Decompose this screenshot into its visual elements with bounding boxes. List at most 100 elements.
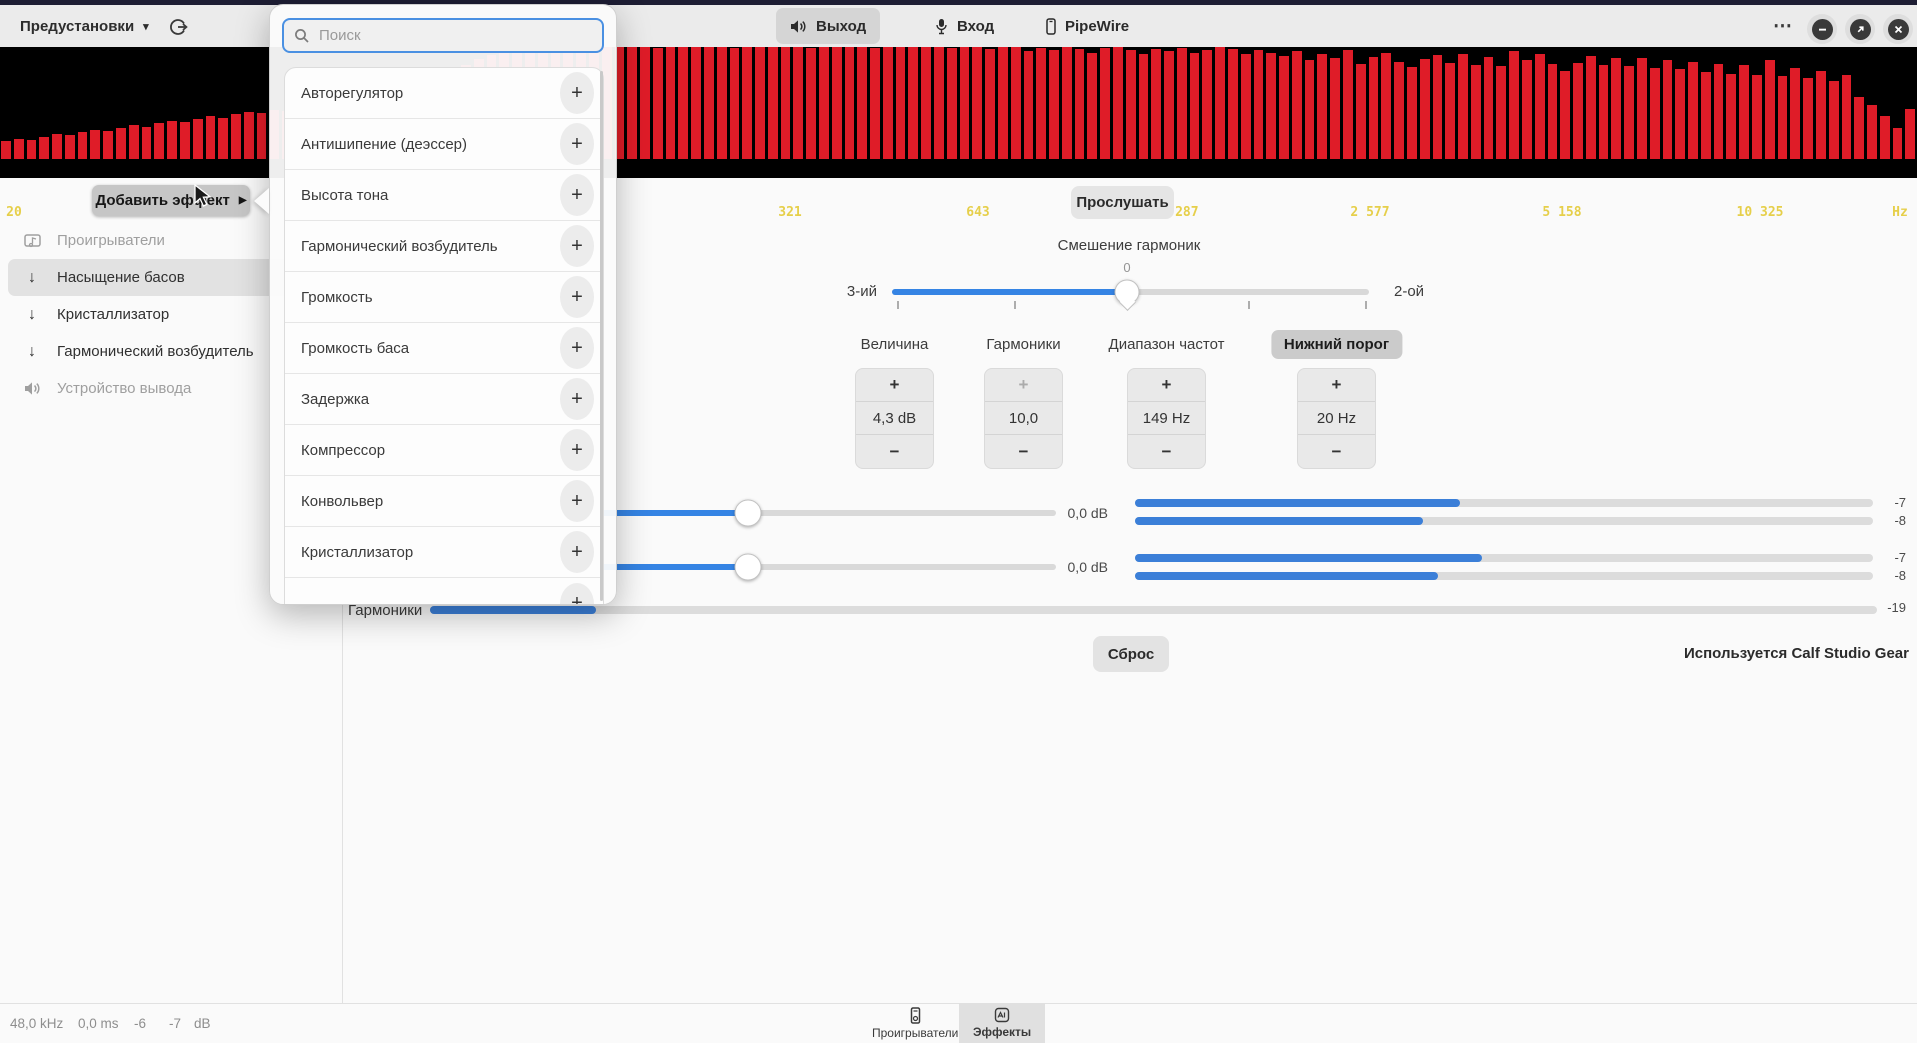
spectrum-bar (627, 47, 638, 159)
spectrum-bar (1573, 62, 1583, 159)
spin-plus-button[interactable]: + (1128, 369, 1205, 402)
param-toggle-button[interactable]: Нижний порог (1270, 330, 1403, 359)
effect-row: Авторегулятор + (285, 68, 603, 119)
spectrum-bar (1406, 67, 1417, 159)
spectrum-bar (1112, 47, 1123, 159)
spectrum-bar (1228, 49, 1238, 159)
tab-pipewire[interactable]: PipeWire (1032, 8, 1143, 44)
spin-value[interactable]: 20 Hz (1298, 402, 1375, 435)
spectrum-bar (780, 47, 791, 159)
spin-plus-button[interactable]: + (1298, 369, 1375, 402)
spectrum-bar (793, 47, 804, 159)
slider-tick (1365, 301, 1367, 309)
spin-plus-button[interactable]: + (985, 369, 1062, 402)
add-plugin-button[interactable]: + (560, 72, 594, 114)
spectrum-bar (1560, 70, 1571, 159)
spectrum-bar (1432, 54, 1443, 159)
effect-name: Громкость баса (301, 339, 410, 357)
spectrum-bar (103, 131, 114, 159)
level-meter-value: -8 (1894, 513, 1906, 528)
effect-row: Громкость + (285, 272, 603, 323)
spectrum-bar (243, 111, 254, 159)
sidebar-item-label: Кристаллизатор (57, 306, 170, 323)
menu-icon[interactable]: ⋯ (1768, 11, 1798, 41)
plugin-credit: Используется Calf Studio Gear (1683, 645, 1909, 662)
reset-button[interactable]: Сброс (1093, 636, 1169, 672)
spectrum-bar (1828, 80, 1839, 159)
spectrum-bar (1726, 73, 1737, 159)
add-plugin-button[interactable]: + (560, 378, 594, 420)
speaker-icon (790, 19, 807, 34)
spectrum-bar (167, 120, 177, 159)
bottom-tab-label: Эффекты (973, 1025, 1032, 1039)
spectrum-bar (179, 122, 190, 159)
spectrum-bar (1713, 63, 1724, 159)
spectrum-bar (1368, 57, 1379, 159)
effect-row: Громкость баса + (285, 323, 603, 374)
spin-minus-button[interactable]: − (1128, 435, 1205, 468)
spin-minus-button[interactable]: − (1298, 435, 1375, 468)
slider-tick (897, 301, 899, 309)
gain-slider-handle[interactable] (734, 499, 762, 527)
presets-menu-button[interactable]: Предустановки ▾ (14, 11, 155, 41)
close-button[interactable] (1883, 14, 1913, 44)
status-item: -7 (169, 1016, 182, 1031)
harmonics-mix-handle[interactable] (1114, 279, 1140, 305)
maximize-button[interactable] (1845, 14, 1875, 44)
minimize-button[interactable] (1807, 14, 1837, 44)
spectrum-bar (77, 132, 88, 159)
spectrum-bar (1010, 47, 1021, 159)
spectrum-bar (1905, 108, 1916, 159)
tab-label: PipeWire (1065, 17, 1130, 35)
gain-slider-handle[interactable] (734, 553, 762, 581)
harmonics-mix-value: 0 (1123, 260, 1131, 275)
search-input[interactable]: Поиск (282, 18, 604, 53)
spectrum-bar (767, 47, 778, 159)
spectrum-bar (1164, 51, 1174, 159)
add-plugin-button[interactable]: + (560, 174, 594, 216)
spectrum-bar (1036, 48, 1047, 159)
add-plugin-button[interactable]: + (560, 531, 594, 573)
spectrum-bar (90, 129, 101, 159)
add-plugin-button[interactable]: + (560, 480, 594, 522)
listen-button[interactable]: Прослушать (1071, 186, 1174, 219)
spin-value[interactable]: 10,0 (985, 402, 1062, 435)
bottom-tab-effects[interactable]: Эффекты (959, 1003, 1046, 1043)
tab-выход[interactable]: Выход (776, 8, 881, 44)
add-plugin-button[interactable]: + (560, 225, 594, 267)
spectrum-bar (1777, 76, 1788, 159)
spectrum-bar (716, 47, 727, 159)
level-meter-fill (1135, 572, 1438, 580)
tab-вход[interactable]: Вход (921, 8, 1008, 44)
spin-minus-button[interactable]: − (856, 435, 933, 468)
add-plugin-button[interactable]: + (560, 123, 594, 165)
add-effect-button[interactable]: Добавить эффект ▶ (92, 185, 250, 216)
spin-plus-button[interactable]: + (856, 369, 933, 402)
bottom-tab-players[interactable]: Проигрыватели (858, 1003, 972, 1043)
add-plugin-button[interactable]: + (560, 327, 594, 369)
level-meter-fill (1135, 499, 1460, 507)
level-meter (1135, 572, 1873, 580)
arrow-down-icon: ↓ (28, 342, 36, 360)
search-icon (294, 28, 310, 44)
spectrum-bar (1496, 66, 1507, 159)
spin-value[interactable]: 149 Hz (1128, 402, 1205, 435)
chevron-down-icon: ▾ (143, 20, 149, 33)
spectrum-bar (1534, 53, 1545, 159)
spectrum-bar (1419, 59, 1430, 159)
add-plugin-button[interactable]: + (560, 582, 594, 604)
bypass-icon[interactable] (165, 14, 191, 40)
spectrum-bar (755, 47, 765, 159)
add-plugin-button[interactable]: + (560, 429, 594, 471)
spectrum-bar (1317, 53, 1328, 159)
spectrum-bar (1521, 60, 1532, 159)
spectrum-bar (1649, 68, 1660, 159)
spectrum-bar (1304, 60, 1315, 159)
level-meter (1135, 517, 1873, 525)
spectrum-bar (819, 47, 829, 159)
spin-minus-button[interactable]: − (985, 435, 1062, 468)
add-plugin-button[interactable]: + (560, 276, 594, 318)
arrow-down-icon: ↓ (28, 268, 36, 286)
spin-value[interactable]: 4,3 dB (856, 402, 933, 435)
scrollbar[interactable] (600, 71, 603, 601)
